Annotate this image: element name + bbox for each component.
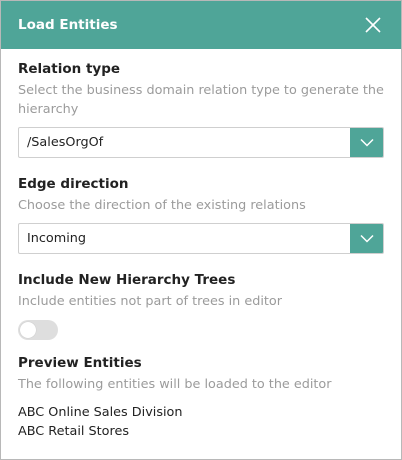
dialog-header: Load Entities bbox=[1, 1, 401, 49]
include-trees-toggle[interactable] bbox=[18, 320, 58, 340]
close-icon bbox=[365, 17, 381, 33]
list-item: ABC Online Sales Division bbox=[18, 405, 183, 420]
edge-direction-select[interactable]: Incoming bbox=[18, 223, 384, 254]
list-item: ABC Retail Stores bbox=[18, 424, 130, 439]
preview-entities-label: Preview Entities bbox=[18, 355, 142, 371]
preview-entities-description: The following entities will be loaded to… bbox=[18, 377, 332, 392]
load-entities-dialog: Load Entities Relation type Select the b… bbox=[0, 0, 402, 460]
relation-type-description: Select the business domain relation type… bbox=[18, 83, 384, 117]
relation-type-select[interactable]: /SalesOrgOf bbox=[18, 127, 384, 158]
edge-direction-dropdown-button[interactable] bbox=[350, 224, 383, 253]
relation-type-value: /SalesOrgOf bbox=[27, 135, 104, 150]
relation-type-dropdown-button[interactable] bbox=[350, 128, 383, 157]
dialog-content: Relation type Select the business domain… bbox=[1, 49, 401, 441]
chevron-down-icon bbox=[359, 138, 374, 147]
close-button[interactable] bbox=[364, 16, 382, 34]
include-trees-description: Include entities not part of trees in ed… bbox=[18, 294, 282, 309]
edge-direction-description: Choose the direction of the existing rel… bbox=[18, 198, 306, 213]
dialog-title: Load Entities bbox=[18, 17, 118, 33]
toggle-knob bbox=[20, 322, 36, 338]
include-trees-label: Include New Hierarchy Trees bbox=[18, 272, 236, 288]
entity-list: ABC Online Sales Division ABC Retail Sto… bbox=[18, 403, 384, 441]
edge-direction-value: Incoming bbox=[27, 231, 87, 246]
chevron-down-icon bbox=[359, 234, 374, 243]
edge-direction-label: Edge direction bbox=[18, 176, 129, 192]
relation-type-label: Relation type bbox=[18, 61, 121, 77]
